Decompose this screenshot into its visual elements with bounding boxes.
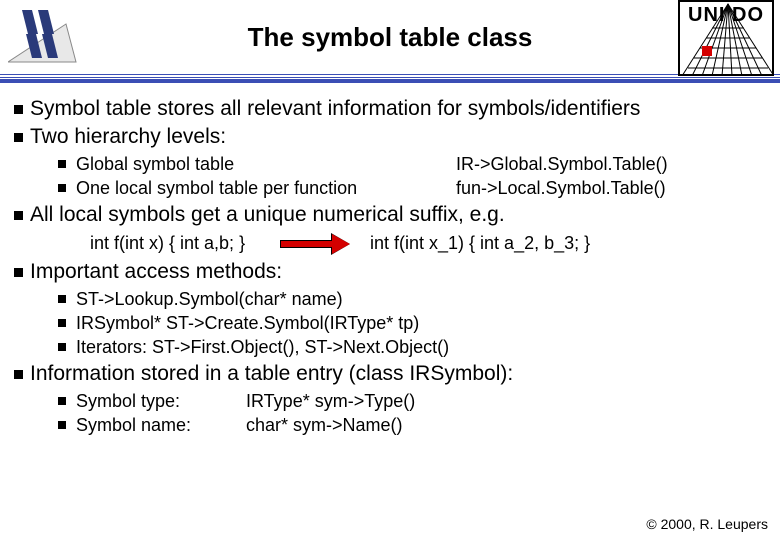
code-transform-row: int f(int x) { int a,b; } int f(int x_1)… <box>30 232 770 255</box>
arrow-icon <box>260 237 370 251</box>
slide-content: Symbol table stores all relevant informa… <box>0 78 780 438</box>
bullet-text: Two hierarchy levels: <box>30 125 226 148</box>
sub-code: fun->Local.Symbol.Table() <box>456 177 770 201</box>
slide-title: The symbol table class <box>0 0 780 74</box>
bullet-table-entry: Information stored in a table entry (cla… <box>10 361 770 437</box>
sub-text: IRSymbol* ST->Create.Symbol(IRType* tp) <box>76 313 419 333</box>
sub-label: One local symbol table per function <box>76 177 456 201</box>
bullet-hierarchy: Two hierarchy levels: Global symbol tabl… <box>10 124 770 200</box>
bullet-text: Information stored in a table entry (cla… <box>30 362 513 385</box>
bullet-symbol-table-info: Symbol table stores all relevant informa… <box>10 96 770 123</box>
logo-right: UNI DO <box>678 0 774 76</box>
bullet-text: All local symbols get a unique numerical… <box>30 203 505 226</box>
sub-text: Iterators: ST->First.Object(), ST->Next.… <box>76 337 449 357</box>
bullet-text: Important access methods: <box>30 260 282 283</box>
bullet-text: Symbol table stores all relevant informa… <box>30 97 640 120</box>
slide-header: The symbol table class UNI DO <box>0 0 780 78</box>
bullet-access-methods: Important access methods: ST->Lookup.Sym… <box>10 259 770 359</box>
logo-left <box>8 4 78 66</box>
sub-label: Symbol type: <box>76 390 246 414</box>
sub-create: IRSymbol* ST->Create.Symbol(IRType* tp) <box>58 312 770 336</box>
sub-local-table: One local symbol table per function fun-… <box>58 177 770 201</box>
sub-code: IR->Global.Symbol.Table() <box>456 153 770 177</box>
sub-symbol-type: Symbol type: IRType* sym->Type() <box>58 390 770 414</box>
sub-label: Global symbol table <box>76 153 456 177</box>
sub-text: ST->Lookup.Symbol(char* name) <box>76 289 343 309</box>
sub-global-table: Global symbol table IR->Global.Symbol.Ta… <box>58 153 770 177</box>
code-after: int f(int x_1) { int a_2, b_3; } <box>370 232 770 255</box>
copyright-footer: © 2000, R. Leupers <box>646 516 768 532</box>
sub-iterators: Iterators: ST->First.Object(), ST->Next.… <box>58 336 770 360</box>
sub-code: char* sym->Name() <box>246 414 770 438</box>
code-before: int f(int x) { int a,b; } <box>90 232 260 255</box>
sub-symbol-name: Symbol name: char* sym->Name() <box>58 414 770 438</box>
logo-right-text: UNI DO <box>680 4 772 27</box>
bullet-suffix: All local symbols get a unique numerical… <box>10 202 770 255</box>
sub-lookup: ST->Lookup.Symbol(char* name) <box>58 288 770 312</box>
sub-code: IRType* sym->Type() <box>246 390 770 414</box>
sub-label: Symbol name: <box>76 414 246 438</box>
